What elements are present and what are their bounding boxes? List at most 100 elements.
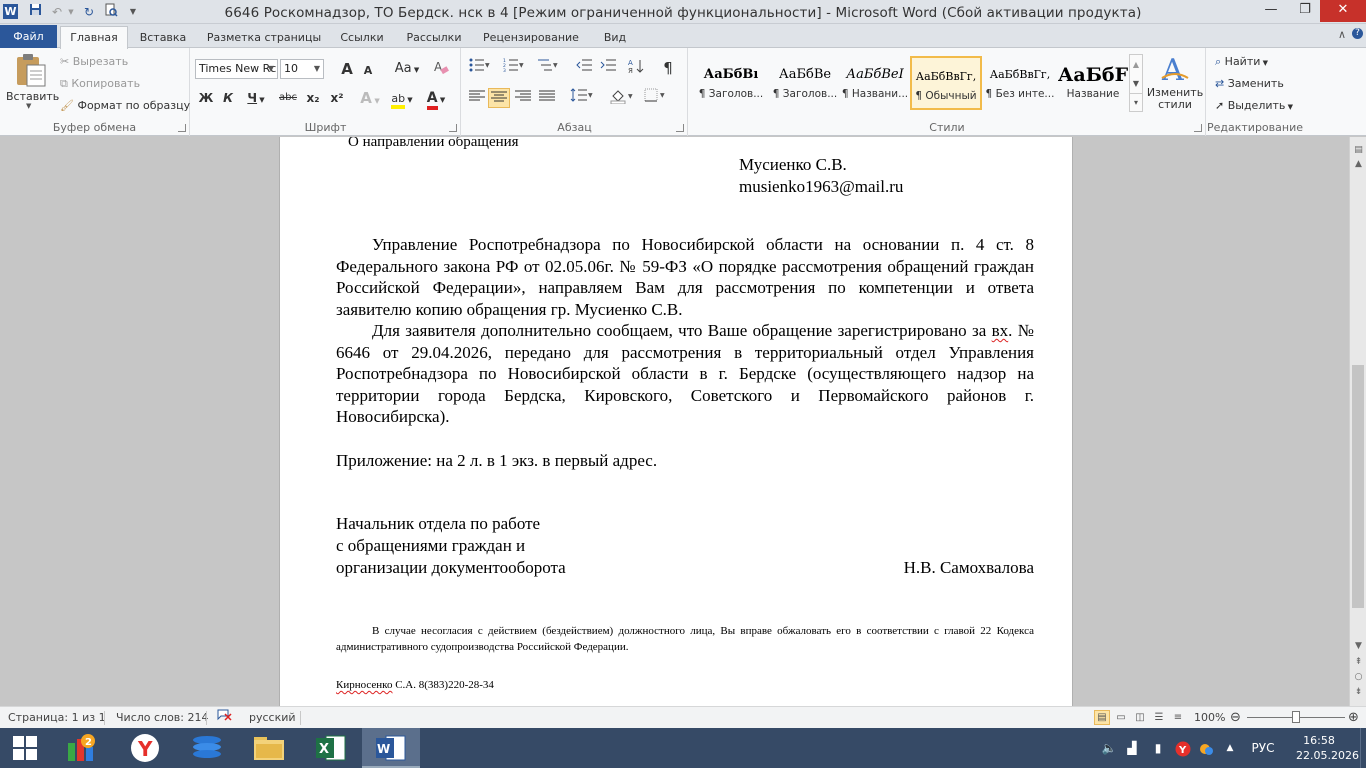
language-indicator[interactable]: русский — [249, 707, 296, 728]
yandex-tray-icon[interactable]: Y — [1174, 728, 1192, 768]
borders-button[interactable]: ▼ — [642, 88, 670, 108]
paste-dropdown-icon[interactable]: ▼ — [26, 102, 31, 110]
word-count[interactable]: Число слов: 214 — [116, 707, 209, 728]
align-left-icon[interactable] — [466, 88, 488, 108]
style-title-italic[interactable]: АаБбВеI ¶ Названи... — [839, 56, 911, 110]
signer-name[interactable]: Н.В. Самохвалова — [834, 557, 1034, 579]
decrease-indent-icon[interactable] — [574, 58, 594, 78]
show-desktop-button[interactable] — [1360, 728, 1366, 768]
subscript-button[interactable]: x₂ — [303, 88, 323, 108]
chevron-up-icon[interactable]: ▲ — [1130, 55, 1142, 74]
italic-button[interactable]: К — [219, 88, 237, 108]
clipboard-launcher-icon[interactable] — [178, 124, 186, 132]
spelling-error[interactable]: вх — [992, 321, 1009, 340]
tab-page-layout[interactable]: Разметка страницы — [200, 27, 328, 48]
increase-indent-icon[interactable] — [598, 58, 618, 78]
shading-button[interactable]: ▼ — [608, 88, 636, 108]
signer-title-line1[interactable]: Начальник отдела по работе — [336, 513, 540, 535]
print-layout-view-icon[interactable]: ▤ — [1094, 710, 1110, 725]
help-icon[interactable]: ? — [1352, 28, 1363, 39]
ruler-toggle-icon[interactable]: ▤ — [1353, 145, 1364, 155]
sort-icon[interactable]: АЯ — [626, 58, 646, 78]
font-size-select[interactable]: 10 ▼ — [280, 59, 324, 79]
page-count[interactable]: Страница: 1 из 1 — [8, 707, 106, 728]
web-layout-icon[interactable]: ◫ — [1132, 710, 1148, 725]
windows-start-icon[interactable] — [0, 728, 50, 768]
copy-button[interactable]: ⧉ Копировать — [60, 77, 140, 91]
align-right-icon[interactable] — [512, 88, 534, 108]
show-hidden-icons-icon[interactable]: ▲ — [1222, 728, 1238, 768]
attachment-line[interactable]: Приложение: на 2 л. в 1 экз. в первый ад… — [336, 450, 657, 472]
restore-button[interactable]: ❐ — [1288, 0, 1322, 22]
bold-button[interactable]: Ж — [197, 88, 215, 108]
draft-view-icon[interactable]: ≡ — [1170, 710, 1186, 725]
cut-button[interactable]: ✂ Вырезать — [60, 55, 128, 68]
yandex-browser-icon[interactable]: Y — [116, 728, 174, 768]
proofing-icon[interactable] — [216, 707, 234, 728]
style-heading2[interactable]: АаБбВе ¶ Заголов... — [769, 56, 841, 110]
close-button[interactable]: ✕ — [1320, 0, 1366, 22]
grow-font-button[interactable]: A — [339, 59, 355, 79]
paste-label[interactable]: Вставить — [6, 90, 59, 103]
tab-file[interactable]: Файл — [0, 25, 57, 48]
zoom-slider-thumb[interactable] — [1292, 711, 1300, 723]
superscript-button[interactable]: x² — [327, 88, 347, 108]
subject-line[interactable]: О направлении обращения — [348, 137, 519, 154]
outline-view-icon[interactable]: ☰ — [1151, 710, 1167, 725]
highlight-button[interactable]: ab ▼ — [389, 88, 415, 109]
scroll-up-icon[interactable]: ▲ — [1353, 159, 1364, 169]
multilevel-list-button[interactable]: ▼ — [534, 58, 562, 78]
body-paragraph-2[interactable]: Для заявителя дополнительно сообщаем, чт… — [336, 320, 1034, 428]
find-button[interactable]: ⌕ Найти ▼ — [1215, 55, 1268, 69]
tab-home[interactable]: Главная — [60, 26, 128, 49]
styles-launcher-icon[interactable] — [1194, 124, 1202, 132]
clock[interactable]: 16:58 22.05.2026 — [1296, 733, 1359, 763]
font-launcher-icon[interactable] — [449, 124, 457, 132]
line-spacing-button[interactable]: ▼ — [568, 88, 596, 108]
next-page-icon[interactable]: ⇟ — [1353, 687, 1364, 697]
document-page[interactable]: О направлении обращения Мусиенко С.В. mu… — [279, 137, 1073, 706]
battery-icon[interactable]: ▮ — [1150, 728, 1166, 768]
align-center-icon[interactable] — [488, 88, 510, 108]
style-no-spacing[interactable]: АаБбВвГг, ¶ Без инте... — [984, 56, 1056, 110]
network-icon[interactable]: ▟ — [1124, 728, 1140, 768]
minimize-button[interactable]: — — [1254, 0, 1288, 22]
paragraph-launcher-icon[interactable] — [676, 124, 684, 132]
signer-title-line3[interactable]: организации документооборота — [336, 557, 566, 579]
stack-app-icon[interactable] — [178, 728, 236, 768]
tray-app-icon[interactable] — [1198, 728, 1216, 768]
recipient-email[interactable]: musienko1963@mail.ru — [739, 176, 903, 198]
font-color-button[interactable]: A ▼ — [423, 88, 449, 110]
show-formatting-marks-button[interactable]: ¶ — [658, 58, 678, 78]
replace-button[interactable]: ⇄ Заменить — [1215, 77, 1284, 90]
spelling-error[interactable]: Кирносенко — [336, 679, 392, 691]
browse-object-icon[interactable]: ○ — [1353, 672, 1364, 682]
styles-gallery-scroll[interactable]: ▲ ▼ ▾ — [1129, 54, 1143, 112]
input-language[interactable]: РУС — [1248, 728, 1278, 768]
shrink-font-button[interactable]: A — [361, 61, 375, 81]
tab-mailings[interactable]: Рассылки — [398, 27, 470, 48]
tab-view[interactable]: Вид — [596, 27, 634, 48]
clear-format-icon[interactable]: A — [431, 59, 451, 79]
style-normal[interactable]: АаБбВвГг, ¶ Обычный — [910, 56, 982, 110]
justify-icon[interactable] — [536, 88, 558, 108]
underline-button[interactable]: Ч ▼ — [243, 88, 269, 108]
numbering-button[interactable]: 1 2 3 ▼ — [500, 58, 528, 78]
document-area[interactable]: О направлении обращения Мусиенко С.В. mu… — [0, 137, 1349, 706]
font-family-select[interactable]: Times New Rc ▼ — [195, 59, 278, 79]
vertical-scrollbar[interactable]: ▤ ▲ ▼ ⇞ ○ ⇟ — [1349, 137, 1366, 706]
scrollbar-thumb[interactable] — [1352, 365, 1364, 608]
gallery-expand-icon[interactable]: ▾ — [1130, 93, 1142, 112]
select-button[interactable]: ➚ Выделить ▼ — [1215, 99, 1293, 112]
excel-icon[interactable]: X — [302, 728, 360, 768]
format-painter-button[interactable]: 🖌 Формат по образцу — [60, 99, 190, 112]
full-screen-reading-icon[interactable]: ▭ — [1113, 710, 1129, 725]
strikethrough-button[interactable]: abc — [277, 88, 299, 108]
recipient-name[interactable]: Мусиенко С.В. — [739, 154, 847, 176]
word-icon[interactable]: W — [362, 728, 420, 768]
executor-line[interactable]: Кирносенко С.А. 8(383)220-28-34 — [336, 678, 494, 692]
zoom-level[interactable]: 100% — [1194, 707, 1225, 728]
signer-title-line2[interactable]: с обращениями граждан и — [336, 535, 525, 557]
bullets-button[interactable]: ▼ — [466, 58, 494, 78]
app-icon[interactable]: 2 — [54, 728, 112, 768]
